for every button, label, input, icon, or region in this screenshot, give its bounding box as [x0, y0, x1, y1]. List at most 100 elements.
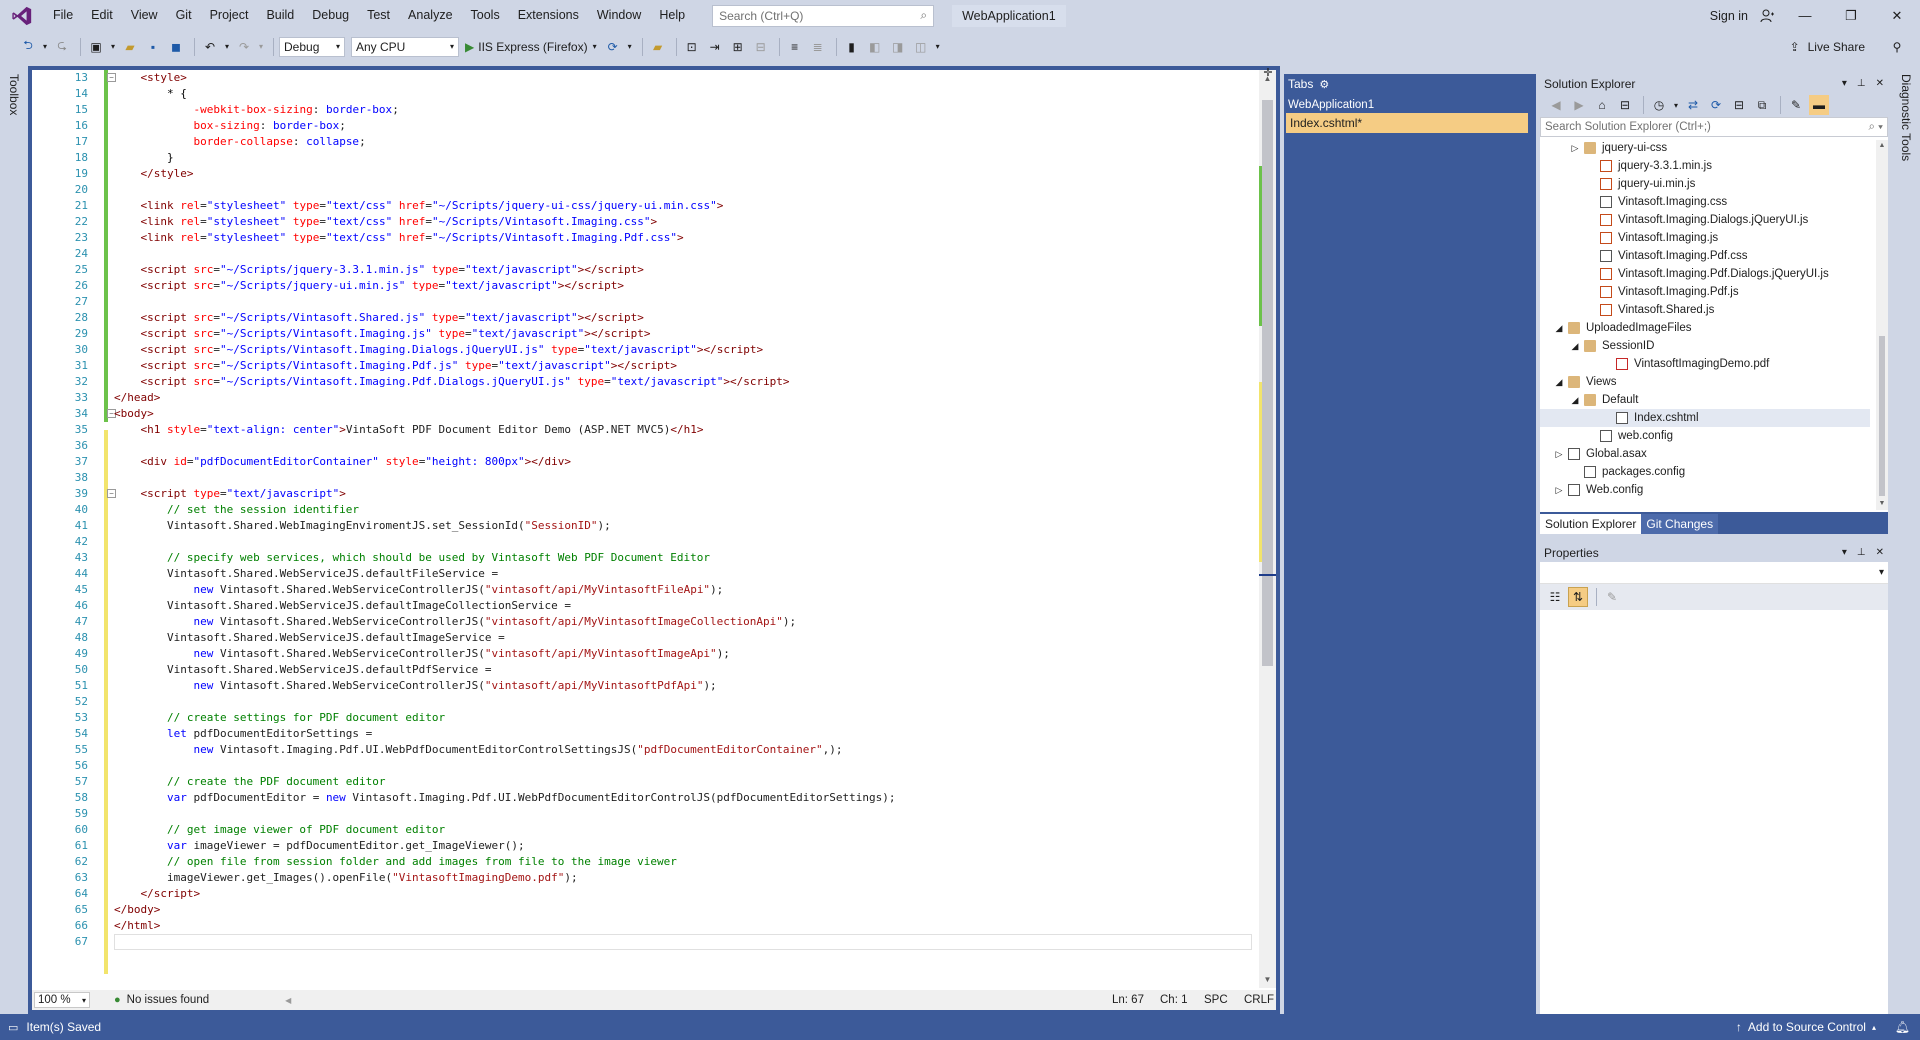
save-all-icon[interactable]: ◼ — [166, 37, 186, 57]
collapsed-chevron-icon[interactable]: ▷ — [1570, 139, 1580, 157]
tree-item[interactable]: Vintasoft.Imaging.Pdf.css — [1540, 247, 1870, 265]
refresh-icon[interactable]: ⟳ — [1706, 95, 1726, 115]
close-icon[interactable]: ✕ — [1874, 0, 1920, 31]
account-icon[interactable] — [1752, 0, 1782, 31]
expanded-chevron-icon[interactable]: ◢ — [1570, 337, 1580, 355]
expanded-chevron-icon[interactable]: ◢ — [1570, 391, 1580, 409]
spacing-indicator[interactable]: SPC — [1204, 994, 1228, 1006]
clear-bookmarks-icon[interactable]: ◫ — [911, 37, 931, 57]
code-line[interactable]: * { — [114, 86, 187, 102]
tree-item[interactable]: Vintasoft.Imaging.Dialogs.jQueryUI.js — [1540, 211, 1870, 229]
browse-folder-icon[interactable]: ▰ — [648, 37, 668, 57]
gear-icon[interactable]: ⚙ — [1319, 78, 1329, 91]
solution-config-select[interactable]: Debug ▾ — [279, 36, 345, 57]
categorized-icon[interactable]: ☷ — [1545, 587, 1565, 607]
menu-help[interactable]: Help — [650, 0, 694, 31]
code-line[interactable]: <body> — [114, 406, 154, 422]
undo-dropdown-icon[interactable]: ▾ — [223, 37, 231, 57]
home-icon[interactable]: ⌂ — [1592, 95, 1612, 115]
pane-options-icon[interactable]: ▾ — [1842, 78, 1847, 89]
code-line[interactable]: border-collapse: collapse; — [114, 134, 365, 150]
tree-item[interactable]: Index.cshtml — [1540, 409, 1870, 427]
pin-icon[interactable]: ⊥ — [1857, 547, 1866, 558]
code-line[interactable]: <h1 style="text-align: center">VintaSoft… — [114, 422, 704, 438]
expanded-chevron-icon[interactable]: ◢ — [1554, 373, 1564, 391]
new-project-dropdown-icon[interactable]: ▾ — [109, 37, 117, 57]
tree-scroll-thumb[interactable] — [1879, 336, 1885, 496]
chevron-down-icon[interactable]: ▾ — [593, 42, 597, 51]
code-line[interactable]: <script src="~/Scripts/jquery-ui.min.js"… — [114, 278, 625, 294]
back-icon[interactable]: ⮌ — [18, 37, 38, 57]
tree-item[interactable]: web.config — [1540, 427, 1870, 445]
code-line[interactable]: <div id="pdfDocumentEditorContainer" sty… — [114, 454, 572, 470]
add-to-source-control-button[interactable]: Add to Source Control — [1748, 1020, 1866, 1034]
tree-item[interactable]: Vintasoft.Imaging.Pdf.Dialogs.jQueryUI.j… — [1540, 265, 1870, 283]
issues-status[interactable]: No issues found — [127, 994, 209, 1006]
platform-select[interactable]: Any CPU ▾ — [351, 36, 459, 57]
editor-vertical-scrollbar[interactable]: ▲ ▼ — [1259, 70, 1276, 988]
code-line[interactable]: <link rel="stylesheet" type="text/css" h… — [114, 230, 684, 246]
line-ending-indicator[interactable]: CRLF — [1244, 994, 1274, 1006]
run-button[interactable]: ▶ IIS Express (Firefox) ▾ — [465, 40, 597, 54]
tree-item[interactable]: ▷ Global.asax — [1540, 445, 1870, 463]
code-area[interactable]: <style> * { -webkit-box-sizing: border-b… — [114, 70, 1254, 988]
undo-icon[interactable]: ↶ — [200, 37, 220, 57]
code-line[interactable]: new Vintasoft.Shared.WebServiceControlle… — [114, 582, 723, 598]
tree-item[interactable]: packages.config — [1540, 463, 1870, 481]
horizontal-scroll-left-icon[interactable]: ◀ — [285, 996, 291, 1005]
show-all-files-icon[interactable]: ⧉ — [1752, 95, 1772, 115]
pending-changes-filter-icon[interactable]: ◷ — [1649, 95, 1669, 115]
code-line[interactable]: <script src="~/Scripts/Vintasoft.Imaging… — [114, 374, 790, 390]
tree-item[interactable]: ◢ SessionID — [1540, 337, 1870, 355]
tree-scrollbar[interactable]: ▲ ▼ — [1876, 140, 1888, 510]
refresh-icon[interactable]: ⟳ — [603, 37, 623, 57]
menu-project[interactable]: Project — [201, 0, 258, 31]
code-line[interactable]: </head> — [114, 390, 160, 406]
notifications-icon[interactable]: 🔔︎ — [1895, 1020, 1910, 1034]
scroll-up-icon[interactable]: ▲ — [1876, 140, 1888, 152]
tree-item[interactable]: VintasoftImagingDemo.pdf — [1540, 355, 1870, 373]
code-line[interactable]: } — [114, 150, 174, 166]
code-line[interactable]: new Vintasoft.Imaging.Pdf.UI.WebPdfDocum… — [114, 742, 842, 758]
back-icon[interactable]: ◀ — [1546, 95, 1566, 115]
code-line[interactable]: Vintasoft.Shared.WebServiceJS.defaultFil… — [114, 566, 498, 582]
code-line[interactable]: imageViewer.get_Images().openFile("Vinta… — [114, 870, 578, 886]
menu-git[interactable]: Git — [167, 0, 201, 31]
code-line[interactable]: <script src="~/Scripts/jquery-3.3.1.min.… — [114, 262, 644, 278]
refresh-dropdown-icon[interactable]: ▾ — [626, 37, 634, 57]
pane-options-icon[interactable]: ▾ — [1842, 547, 1847, 558]
tree-item[interactable]: ▷ Web.config — [1540, 481, 1870, 499]
code-line[interactable]: // create the PDF document editor — [114, 774, 386, 790]
sync-icon[interactable]: ⇄ — [1683, 95, 1703, 115]
code-editor[interactable]: 13 14 15 16 17 18 19 20 21 22 23 24 25 26 27 28 29 30 31 32… — [32, 67, 1276, 1010]
redo-icon[interactable]: ↷ — [234, 37, 254, 57]
code-line[interactable]: box-sizing: border-box; — [114, 118, 345, 134]
code-line[interactable]: </html> — [114, 918, 160, 934]
code-line[interactable]: let pdfDocumentEditorSettings = — [114, 726, 372, 742]
expanded-chevron-icon[interactable]: ◢ — [1554, 319, 1564, 337]
preview-selected-icon[interactable]: ▬ — [1809, 95, 1829, 115]
open-folder-icon[interactable]: ▰ — [120, 37, 140, 57]
code-line[interactable]: // get image viewer of PDF document edit… — [114, 822, 445, 838]
no-issues-icon[interactable]: ● — [114, 994, 121, 1006]
close-icon[interactable]: ✕ — [1876, 78, 1884, 89]
switch-views-icon[interactable]: ⊟ — [1615, 95, 1635, 115]
code-line[interactable]: var imageViewer = pdfDocumentEditor.get_… — [114, 838, 525, 854]
menu-tools[interactable]: Tools — [462, 0, 509, 31]
restore-icon[interactable]: ❐ — [1828, 0, 1874, 31]
menu-extensions[interactable]: Extensions — [509, 0, 588, 31]
collapsed-chevron-icon[interactable]: ▷ — [1554, 481, 1564, 499]
property-pages-icon[interactable]: ✎ — [1602, 587, 1622, 607]
zoom-select[interactable]: 100 % ▾ — [34, 992, 90, 1008]
step-icon[interactable]: ⇥ — [705, 37, 725, 57]
new-project-icon[interactable]: ▣ — [86, 37, 106, 57]
code-line[interactable]: new Vintasoft.Shared.WebServiceControlle… — [114, 646, 729, 662]
code-line[interactable]: new Vintasoft.Shared.WebServiceControlle… — [114, 614, 796, 630]
comment-icon[interactable]: ≡ — [785, 37, 805, 57]
menu-edit[interactable]: Edit — [82, 0, 122, 31]
code-line[interactable]: Vintasoft.Shared.WebServiceJS.defaultIma… — [114, 630, 505, 646]
tree-item[interactable]: jquery-ui.min.js — [1540, 175, 1870, 193]
code-line[interactable]: <script src="~/Scripts/Vintasoft.Shared.… — [114, 310, 644, 326]
code-line[interactable]: <style> — [114, 70, 187, 86]
menu-debug[interactable]: Debug — [303, 0, 358, 31]
